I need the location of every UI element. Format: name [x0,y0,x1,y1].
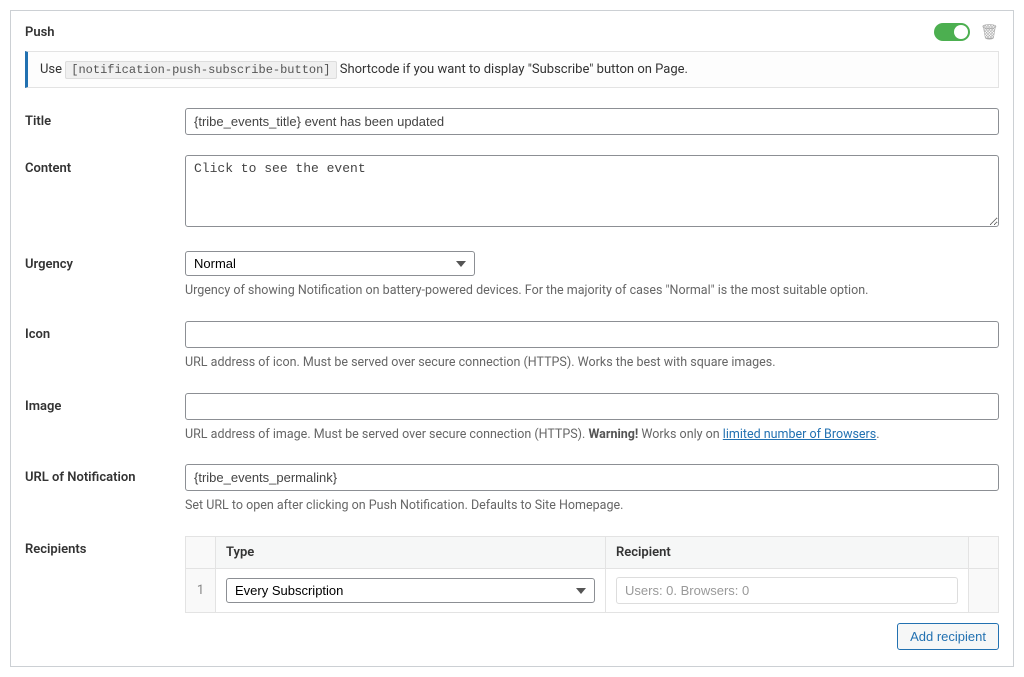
shortcode-info: Use [notification-push-subscribe-button]… [25,51,999,88]
handle-header [186,537,216,569]
info-prefix: Use [40,62,65,77]
recipient-display [616,577,958,604]
image-input[interactable] [185,393,999,420]
urgency-help: Urgency of showing Notification on batte… [185,282,999,301]
shortcode-code: [notification-push-subscribe-button] [65,61,336,79]
browsers-link[interactable]: limited number of Browsers [723,427,876,442]
header-actions: 🗑 [934,23,999,41]
urgency-label: Urgency [25,251,185,272]
enable-toggle[interactable] [934,23,970,41]
title-input[interactable] [185,108,999,135]
title-row: Title [25,108,999,135]
content-row: Content Click to see the event [25,155,999,231]
add-recipient-button[interactable]: Add recipient [897,623,999,650]
image-label: Image [25,393,185,414]
recipient-header: Recipient [606,537,969,569]
urgency-row: Urgency Normal Urgency of showing Notifi… [25,251,999,301]
icon-help: URL address of icon. Must be served over… [185,354,999,373]
recipient-type-select[interactable]: Every Subscription [226,578,595,603]
row-number: 1 [186,569,216,613]
url-label: URL of Notification [25,464,185,485]
url-help: Set URL to open after clicking on Push N… [185,497,999,516]
image-help: URL address of image. Must be served ove… [185,426,999,445]
recipients-label: Recipients [25,536,185,557]
icon-input[interactable] [185,321,999,348]
push-panel: Push 🗑 Use [notification-push-subscribe-… [10,10,1014,667]
recipients-table: Type Recipient 1 Every Subscription [185,536,999,613]
content-label: Content [25,155,185,176]
icon-row: Icon URL address of icon. Must be served… [25,321,999,373]
table-row: 1 Every Subscription [186,569,999,613]
panel-title: Push [25,25,55,40]
icon-label: Icon [25,321,185,342]
title-label: Title [25,108,185,129]
image-row: Image URL address of image. Must be serv… [25,393,999,445]
recipients-row: Recipients Type Recipient 1 [25,536,999,650]
url-row: URL of Notification Set URL to open afte… [25,464,999,516]
url-input[interactable] [185,464,999,491]
urgency-select[interactable]: Normal [185,251,475,276]
row-action [969,569,999,613]
content-textarea[interactable]: Click to see the event [185,155,999,227]
trash-icon[interactable]: 🗑 [980,23,999,41]
action-header [969,537,999,569]
type-header: Type [216,537,606,569]
panel-header: Push 🗑 [25,23,999,41]
info-suffix: Shortcode if you want to display "Subscr… [340,62,688,77]
